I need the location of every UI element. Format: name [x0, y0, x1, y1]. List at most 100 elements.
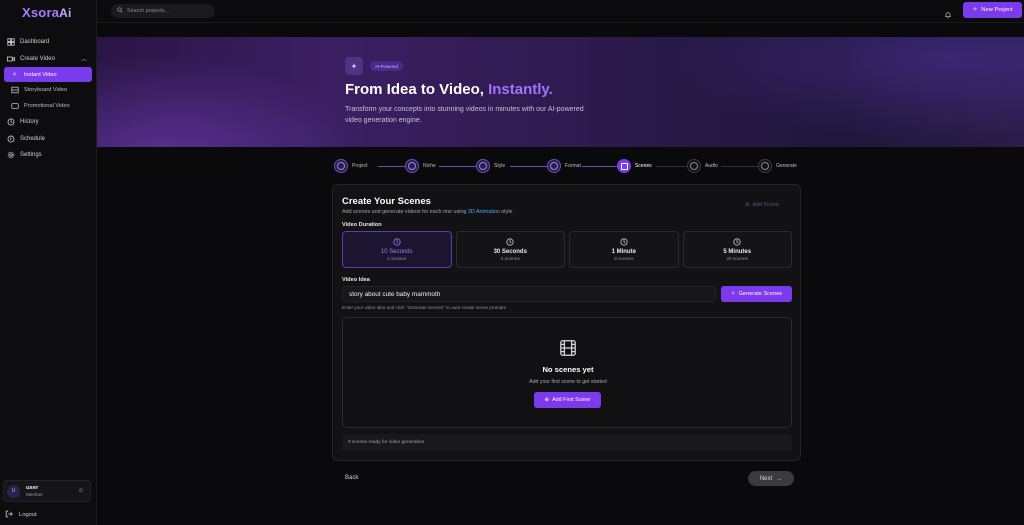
step-dot	[476, 159, 490, 173]
user-icon[interactable]: ☺	[78, 488, 84, 494]
logo[interactable]: XsoraAi	[22, 5, 72, 20]
dashboard-icon	[6, 38, 15, 47]
user-meta: user Member	[26, 485, 43, 497]
idea-label: Video Idea	[342, 277, 370, 283]
step-label: Project	[352, 163, 368, 169]
step-connector	[582, 166, 617, 167]
duration-title: 5 Minutes	[723, 248, 752, 255]
step-dot	[547, 159, 561, 173]
sparkle-icon: ✧	[972, 7, 978, 13]
idea-help-text: Enter your video idea and click "Generat…	[342, 305, 506, 310]
logout-button[interactable]: Logout	[5, 510, 37, 520]
video-icon	[6, 54, 15, 63]
wand-icon: ✦	[345, 57, 363, 75]
wand-icon: ✧	[730, 291, 736, 297]
logout-label: Logout	[19, 512, 37, 518]
sidebar-item-label: History	[20, 118, 39, 125]
duration-option-1m[interactable]: 1 Minute 8 scenes	[569, 231, 679, 268]
generate-scenes-button[interactable]: ✧ Generate Scenes	[721, 286, 792, 302]
step-label: Style	[494, 163, 506, 169]
duration-options: 10 Seconds 2 scenes 30 Seconds 4 scenes …	[342, 231, 792, 268]
chevron-up-icon[interactable]: ︿	[81, 54, 87, 63]
duration-title: 1 Minute	[611, 248, 636, 255]
step-niche[interactable]: Niche	[405, 159, 436, 173]
step-label: Scenes	[635, 163, 652, 169]
back-button[interactable]: Back	[345, 475, 358, 481]
subtitle-text: Add scenes and generate videos for each …	[342, 209, 468, 215]
step-connector	[439, 166, 476, 167]
add-first-label: Add First Scene	[552, 397, 591, 403]
search-input[interactable]: Search projects...	[111, 4, 215, 18]
clock-icon	[393, 237, 401, 246]
duration-title: 10 Seconds	[380, 248, 413, 255]
sidebar-item-label: Promotional Video	[24, 102, 70, 109]
duration-scenes: 20 scenes	[726, 256, 749, 262]
arrow-right-icon: →	[776, 475, 783, 482]
promo-icon	[10, 101, 19, 110]
plus-circle-icon: ⊕	[544, 397, 550, 403]
plus-circle-icon: ⊕	[745, 202, 750, 208]
generate-label: Generate Scenes	[738, 291, 783, 297]
sidebar-nav: Dashboard Create Video ︿ ✧ Instant Video…	[4, 34, 92, 164]
sidebar-item-history[interactable]: History	[4, 114, 92, 130]
sidebar-item-label: Storyboard Video	[24, 87, 68, 94]
sidebar-item-schedule[interactable]: Schedule	[4, 131, 92, 147]
step-connector	[510, 166, 547, 167]
next-label: Next	[759, 475, 773, 482]
subtitle-text: style	[499, 209, 513, 215]
add-scene-button[interactable]: ⊕ Add Scene	[745, 202, 779, 208]
clock-icon	[733, 237, 741, 246]
sidebar-subitem-storyboard-video[interactable]: Storyboard Video	[4, 83, 92, 98]
step-connector	[378, 166, 405, 167]
stepper: Project Niche Style Format Scenes Audio …	[334, 159, 804, 173]
style-highlight: 3D Animation	[467, 209, 500, 215]
step-connector	[656, 166, 687, 167]
sidebar-subitem-promotional-video[interactable]: Promotional Video	[4, 98, 92, 113]
step-dot	[758, 159, 772, 173]
step-audio[interactable]: Audio	[687, 159, 718, 173]
app-root: XsoraAi Dashboard Create Video ︿ ✧ Insta…	[0, 0, 1024, 525]
step-scenes[interactable]: Scenes	[617, 159, 652, 173]
add-first-scene-button[interactable]: ⊕ Add First Scene	[534, 392, 601, 408]
duration-option-5m[interactable]: 5 Minutes 20 scenes	[682, 231, 792, 268]
bell-icon[interactable]	[944, 6, 952, 19]
duration-title: 30 Seconds	[493, 248, 527, 255]
user-card[interactable]: U user Member ☺	[3, 480, 91, 502]
topbar: Search projects... ✧ New Project	[97, 0, 1024, 23]
sidebar-item-dashboard[interactable]: Dashboard	[4, 34, 92, 50]
next-button[interactable]: Next →	[748, 471, 794, 486]
duration-option-30s[interactable]: 30 Seconds 4 scenes	[455, 231, 565, 268]
scenes-status: 0 scenes ready for video generation	[342, 434, 792, 451]
hero-badge: AI-Powered	[370, 61, 403, 71]
clock-icon	[506, 237, 514, 246]
step-dot	[687, 159, 701, 173]
logout-icon	[5, 510, 14, 520]
film-icon	[560, 340, 576, 356]
sidebar-item-settings[interactable]: Settings	[4, 147, 92, 163]
duration-scenes: 2 scenes	[387, 256, 407, 262]
sidebar-item-label: Dashboard	[20, 39, 50, 45]
gear-icon	[6, 151, 15, 160]
duration-label: Video Duration	[342, 222, 382, 228]
new-project-button[interactable]: ✧ New Project	[963, 2, 1022, 18]
duration-option-10s[interactable]: 10 Seconds 2 scenes	[342, 231, 452, 268]
duration-scenes: 4 scenes	[500, 256, 520, 262]
clock-icon	[620, 237, 628, 246]
step-dot	[405, 159, 419, 173]
step-generate[interactable]: Generate	[758, 159, 797, 173]
video-idea-input[interactable]: story about cute baby mammoth	[342, 286, 716, 302]
avatar: U	[7, 484, 20, 498]
scenes-card: Create Your Scenes Add scenes and genera…	[332, 184, 801, 461]
sidebar-item-label: Instant Video	[24, 71, 57, 78]
new-project-label: New Project	[981, 7, 1013, 13]
step-style[interactable]: Style	[476, 159, 505, 173]
step-label: Audio	[705, 163, 718, 169]
step-format[interactable]: Format	[547, 159, 581, 173]
step-dot	[334, 159, 348, 173]
sidebar-subitem-instant-video[interactable]: ✧ Instant Video	[4, 67, 92, 83]
sidebar: XsoraAi Dashboard Create Video ︿ ✧ Insta…	[0, 0, 97, 525]
search-placeholder: Search projects...	[127, 8, 169, 14]
step-project[interactable]: Project	[334, 159, 368, 173]
history-icon	[6, 117, 15, 126]
sidebar-item-create-video[interactable]: Create Video ︿	[4, 51, 92, 67]
